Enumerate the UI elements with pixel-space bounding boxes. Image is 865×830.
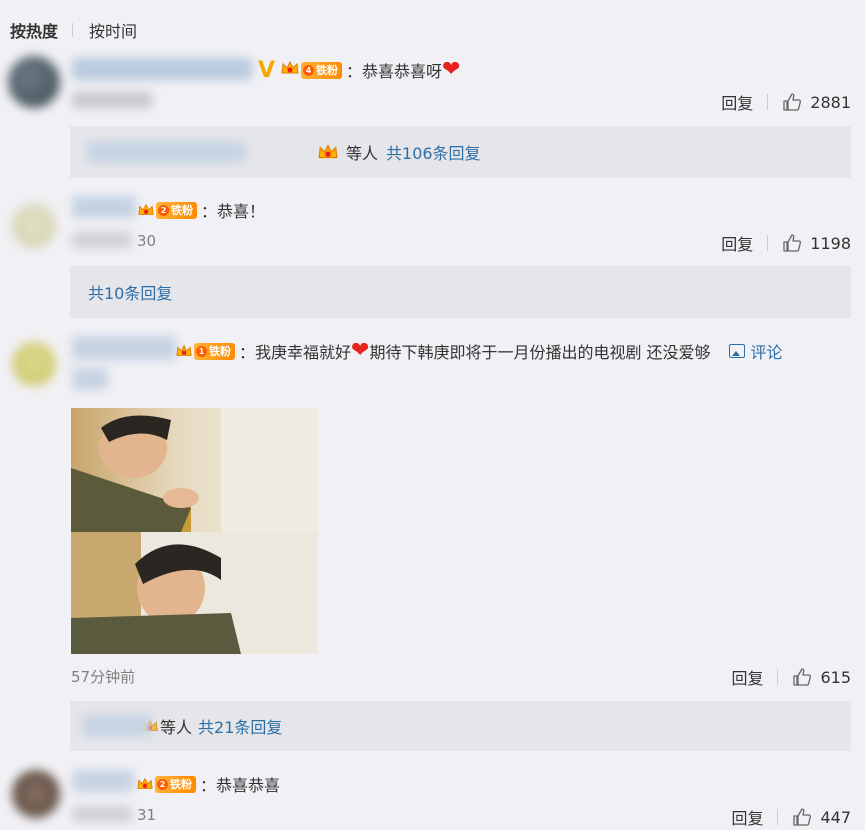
timestamp-blurred xyxy=(72,806,132,822)
crown-icon xyxy=(138,202,154,218)
sub-replies-box[interactable]: 等人 共21条回复 xyxy=(70,701,851,751)
verified-icon: V xyxy=(258,57,276,83)
reply-user-blurred xyxy=(82,715,152,737)
heart-emoji-icon: ❤ xyxy=(442,57,461,82)
comment-text: ：恭喜恭喜 xyxy=(200,776,281,795)
reply-user-blurred xyxy=(86,141,246,163)
reply-others-text: 等人 xyxy=(160,718,193,737)
fan-badge[interactable]: 2 铁粉 xyxy=(155,775,196,793)
like-count: 1198 xyxy=(810,233,851,253)
crown-icon xyxy=(281,60,299,80)
comment-line: 2 铁粉 ：恭喜恭喜 xyxy=(137,771,280,797)
sort-by-hot-tab[interactable]: 按热度 xyxy=(10,18,58,42)
comment-text: ：恭喜恭喜呀 xyxy=(346,62,443,81)
view-replies-link[interactable]: 共21条回复 xyxy=(198,714,282,738)
avatar[interactable] xyxy=(12,342,56,386)
divider xyxy=(767,94,769,110)
heart-emoji-icon: ❤ xyxy=(351,338,370,363)
avatar[interactable] xyxy=(8,56,60,108)
crown-icon xyxy=(176,343,192,359)
comment-line: 1 铁粉 ：我庚幸福就好 ❤ 期待下韩庚即将于一月份播出的电视剧 还没爱够 评论 xyxy=(176,337,783,365)
crown-icon xyxy=(137,776,153,792)
photo-illustration xyxy=(71,408,318,654)
view-replies-link[interactable]: 共106条回复 xyxy=(386,140,481,164)
username-blurred[interactable] xyxy=(72,770,134,792)
crown-icon xyxy=(318,143,338,161)
reply-button[interactable]: 回复 xyxy=(721,90,753,114)
username-blurred[interactable] xyxy=(72,336,176,360)
comment-text-part1: ：我庚幸福就好 xyxy=(239,343,352,362)
like-count: 615 xyxy=(820,667,851,687)
comment-photo[interactable] xyxy=(71,408,318,654)
comment-time: 57分钟前 xyxy=(71,668,136,686)
reply-button[interactable]: 回复 xyxy=(731,665,763,689)
comment-time: 31 xyxy=(137,806,157,824)
thumbs-up-icon[interactable] xyxy=(792,667,812,687)
sort-by-time-tab[interactable]: 按时间 xyxy=(89,18,137,42)
comment-line: V 4 铁粉 ：恭喜恭喜呀 ❤ xyxy=(258,56,460,84)
thumbs-up-icon[interactable] xyxy=(792,807,812,827)
reply-button[interactable]: 回复 xyxy=(721,231,753,255)
timestamp-blurred xyxy=(72,92,152,108)
avatar[interactable] xyxy=(12,204,56,248)
comment-time: 30 xyxy=(137,232,157,250)
picture-icon xyxy=(728,344,745,358)
timestamp-blurred xyxy=(72,232,132,248)
fan-badge[interactable]: 1 铁粉 xyxy=(194,342,235,360)
fan-badge[interactable]: 4 铁粉 xyxy=(301,61,343,79)
thumbs-up-icon[interactable] xyxy=(782,92,802,112)
divider xyxy=(777,809,779,825)
username-blurred[interactable] xyxy=(72,58,252,80)
comment-actions: 回复 447 xyxy=(731,805,851,829)
like-count: 447 xyxy=(820,807,851,827)
fan-badge[interactable]: 2 铁粉 xyxy=(156,201,197,219)
comment-actions: 回复 615 xyxy=(731,665,851,689)
thumbs-up-icon[interactable] xyxy=(782,233,802,253)
comment-actions: 回复 1198 xyxy=(721,231,851,255)
divider xyxy=(767,235,769,251)
sub-replies-box[interactable]: 共10条回复 xyxy=(70,266,851,318)
view-replies-link[interactable]: 共10条回复 xyxy=(88,280,172,304)
comment-text: ：恭喜！ xyxy=(201,202,266,221)
username-blurred-2 xyxy=(72,368,108,390)
like-count: 2881 xyxy=(810,92,851,112)
sub-replies-box[interactable]: 等人 共106条回复 xyxy=(70,126,851,178)
comment-actions: 回复 2881 xyxy=(721,90,851,114)
avatar[interactable] xyxy=(12,770,60,818)
reply-button[interactable]: 回复 xyxy=(731,805,763,829)
divider xyxy=(777,669,779,685)
comment-image-link[interactable]: 评论 xyxy=(728,339,783,363)
comment-text-part2: 期待下韩庚即将于一月份播出的电视剧 还没爱够 xyxy=(369,343,711,362)
comment-line: 2 铁粉 ：恭喜！ xyxy=(138,197,265,223)
username-blurred[interactable] xyxy=(72,196,136,218)
reply-others-text: 等人 xyxy=(346,144,379,163)
sort-bar: 按热度 按时间 xyxy=(10,18,137,42)
divider xyxy=(72,23,74,37)
